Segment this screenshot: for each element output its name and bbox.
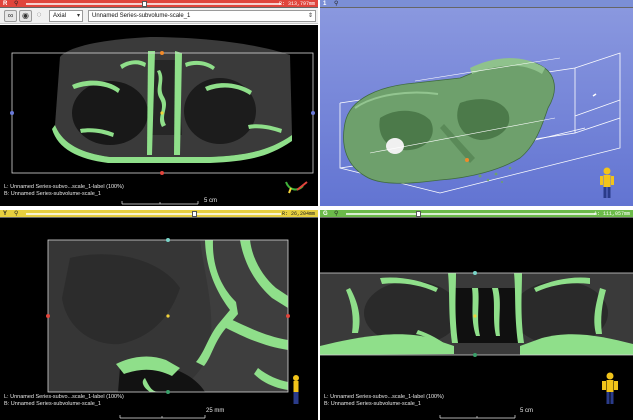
ruler-label: 5 cm xyxy=(204,198,218,204)
eye-icon[interactable]: ◉ xyxy=(19,10,32,22)
label-layer-text: L: Unnamed Series-subvo...scale_1-label … xyxy=(4,184,124,190)
green-slice-view[interactable]: G ⚲ A: 111,057mm L: Unnamed Series-subvo… xyxy=(320,210,633,420)
coronal-ct-image xyxy=(320,271,633,419)
green-slice-offset: A: 111,057mm xyxy=(593,211,630,217)
pushpin-icon[interactable]: ⚲ xyxy=(14,211,20,217)
green-slice-slider-handle[interactable] xyxy=(416,211,421,217)
volume-value: Unnamed Series-subvolume-scale_1 xyxy=(92,13,191,19)
red-slice-controls: ∞ ◉ ◌ Axial ▾ Unnamed Series-subvolume-s… xyxy=(0,8,318,24)
yellow-slice-bar[interactable]: Y ⚲ R: 26,204mm xyxy=(0,210,318,218)
red-slice-view[interactable]: R ⚲ R: 313,797mm ∞ ◉ ◌ Axial ▾ Unnamed S… xyxy=(0,0,318,206)
link-icon[interactable]: ∞ xyxy=(4,10,17,22)
three-d-render xyxy=(320,8,633,206)
orientation-selector[interactable]: Axial ▾ xyxy=(49,10,83,22)
background-layer-text: B: Unnamed Series-subvolume-scale_1 xyxy=(4,401,101,407)
red-slice-offset: R: 313,797mm xyxy=(278,1,315,7)
chevron-down-icon: ▾ xyxy=(76,13,80,19)
red-slice-slider-handle[interactable] xyxy=(142,1,147,7)
orientation-value: Axial xyxy=(53,13,67,19)
three-d-view[interactable]: 1 ⚲ xyxy=(320,0,633,206)
pushpin-icon[interactable]: ⚲ xyxy=(334,1,340,7)
axes-icon xyxy=(285,181,308,194)
human-figure-icon xyxy=(602,372,618,404)
green-view-tag: G xyxy=(323,211,328,217)
ruler-label: 5 cm xyxy=(520,408,534,414)
background-layer-text: B: Unnamed Series-subvolume-scale_1 xyxy=(4,191,101,197)
red-slice-bar[interactable]: R ⚲ R: 313,797mm xyxy=(0,0,318,8)
green-slice-bar[interactable]: G ⚲ A: 111,057mm xyxy=(320,210,633,218)
label-layer-text: L: Unnamed Series-subvo...scale_1-label … xyxy=(4,394,124,400)
red-slice-slider-track[interactable] xyxy=(26,3,281,5)
three-d-bar[interactable]: 1 ⚲ xyxy=(320,0,633,8)
volume-selector[interactable]: Unnamed Series-subvolume-scale_1 ⇕ xyxy=(88,10,316,22)
human-figure-icon xyxy=(293,375,299,404)
yellow-slice-canvas[interactable]: L: Unnamed Series-subvo...scale_1-label … xyxy=(0,218,318,420)
label-layer-text: L: Unnamed Series-subvo...scale_1-label … xyxy=(324,394,444,400)
chevron-updown-icon: ⇕ xyxy=(307,13,313,19)
yellow-slice-slider-handle[interactable] xyxy=(192,211,197,217)
green-slice-slider-track[interactable] xyxy=(346,213,596,215)
background-layer-text: B: Unnamed Series-subvolume-scale_1 xyxy=(324,401,421,407)
axial-ct-image xyxy=(10,37,315,205)
pushpin-icon[interactable]: ⚲ xyxy=(334,211,340,217)
yellow-view-tag: Y xyxy=(3,211,8,217)
three-d-view-tag: 1 xyxy=(323,1,327,7)
yellow-slice-view[interactable]: Y ⚲ R: 26,204mm L: Unnamed Series-subvo.… xyxy=(0,210,318,420)
pushpin-icon[interactable]: ⚲ xyxy=(14,1,20,7)
slice-visibility-toggle[interactable]: ◌ xyxy=(34,10,44,22)
yellow-slice-offset: R: 26,204mm xyxy=(281,211,315,217)
three-d-canvas[interactable] xyxy=(320,8,633,206)
yellow-slice-slider-track[interactable] xyxy=(26,213,281,215)
green-slice-canvas[interactable]: L: Unnamed Series-subvo...scale_1-label … xyxy=(320,218,633,420)
ruler-label: 25 mm xyxy=(206,408,225,414)
red-slice-canvas[interactable]: L: Unnamed Series-subvo...scale_1-label … xyxy=(0,25,318,206)
red-view-tag: R xyxy=(3,1,8,7)
sagittal-ct-image xyxy=(46,238,299,419)
